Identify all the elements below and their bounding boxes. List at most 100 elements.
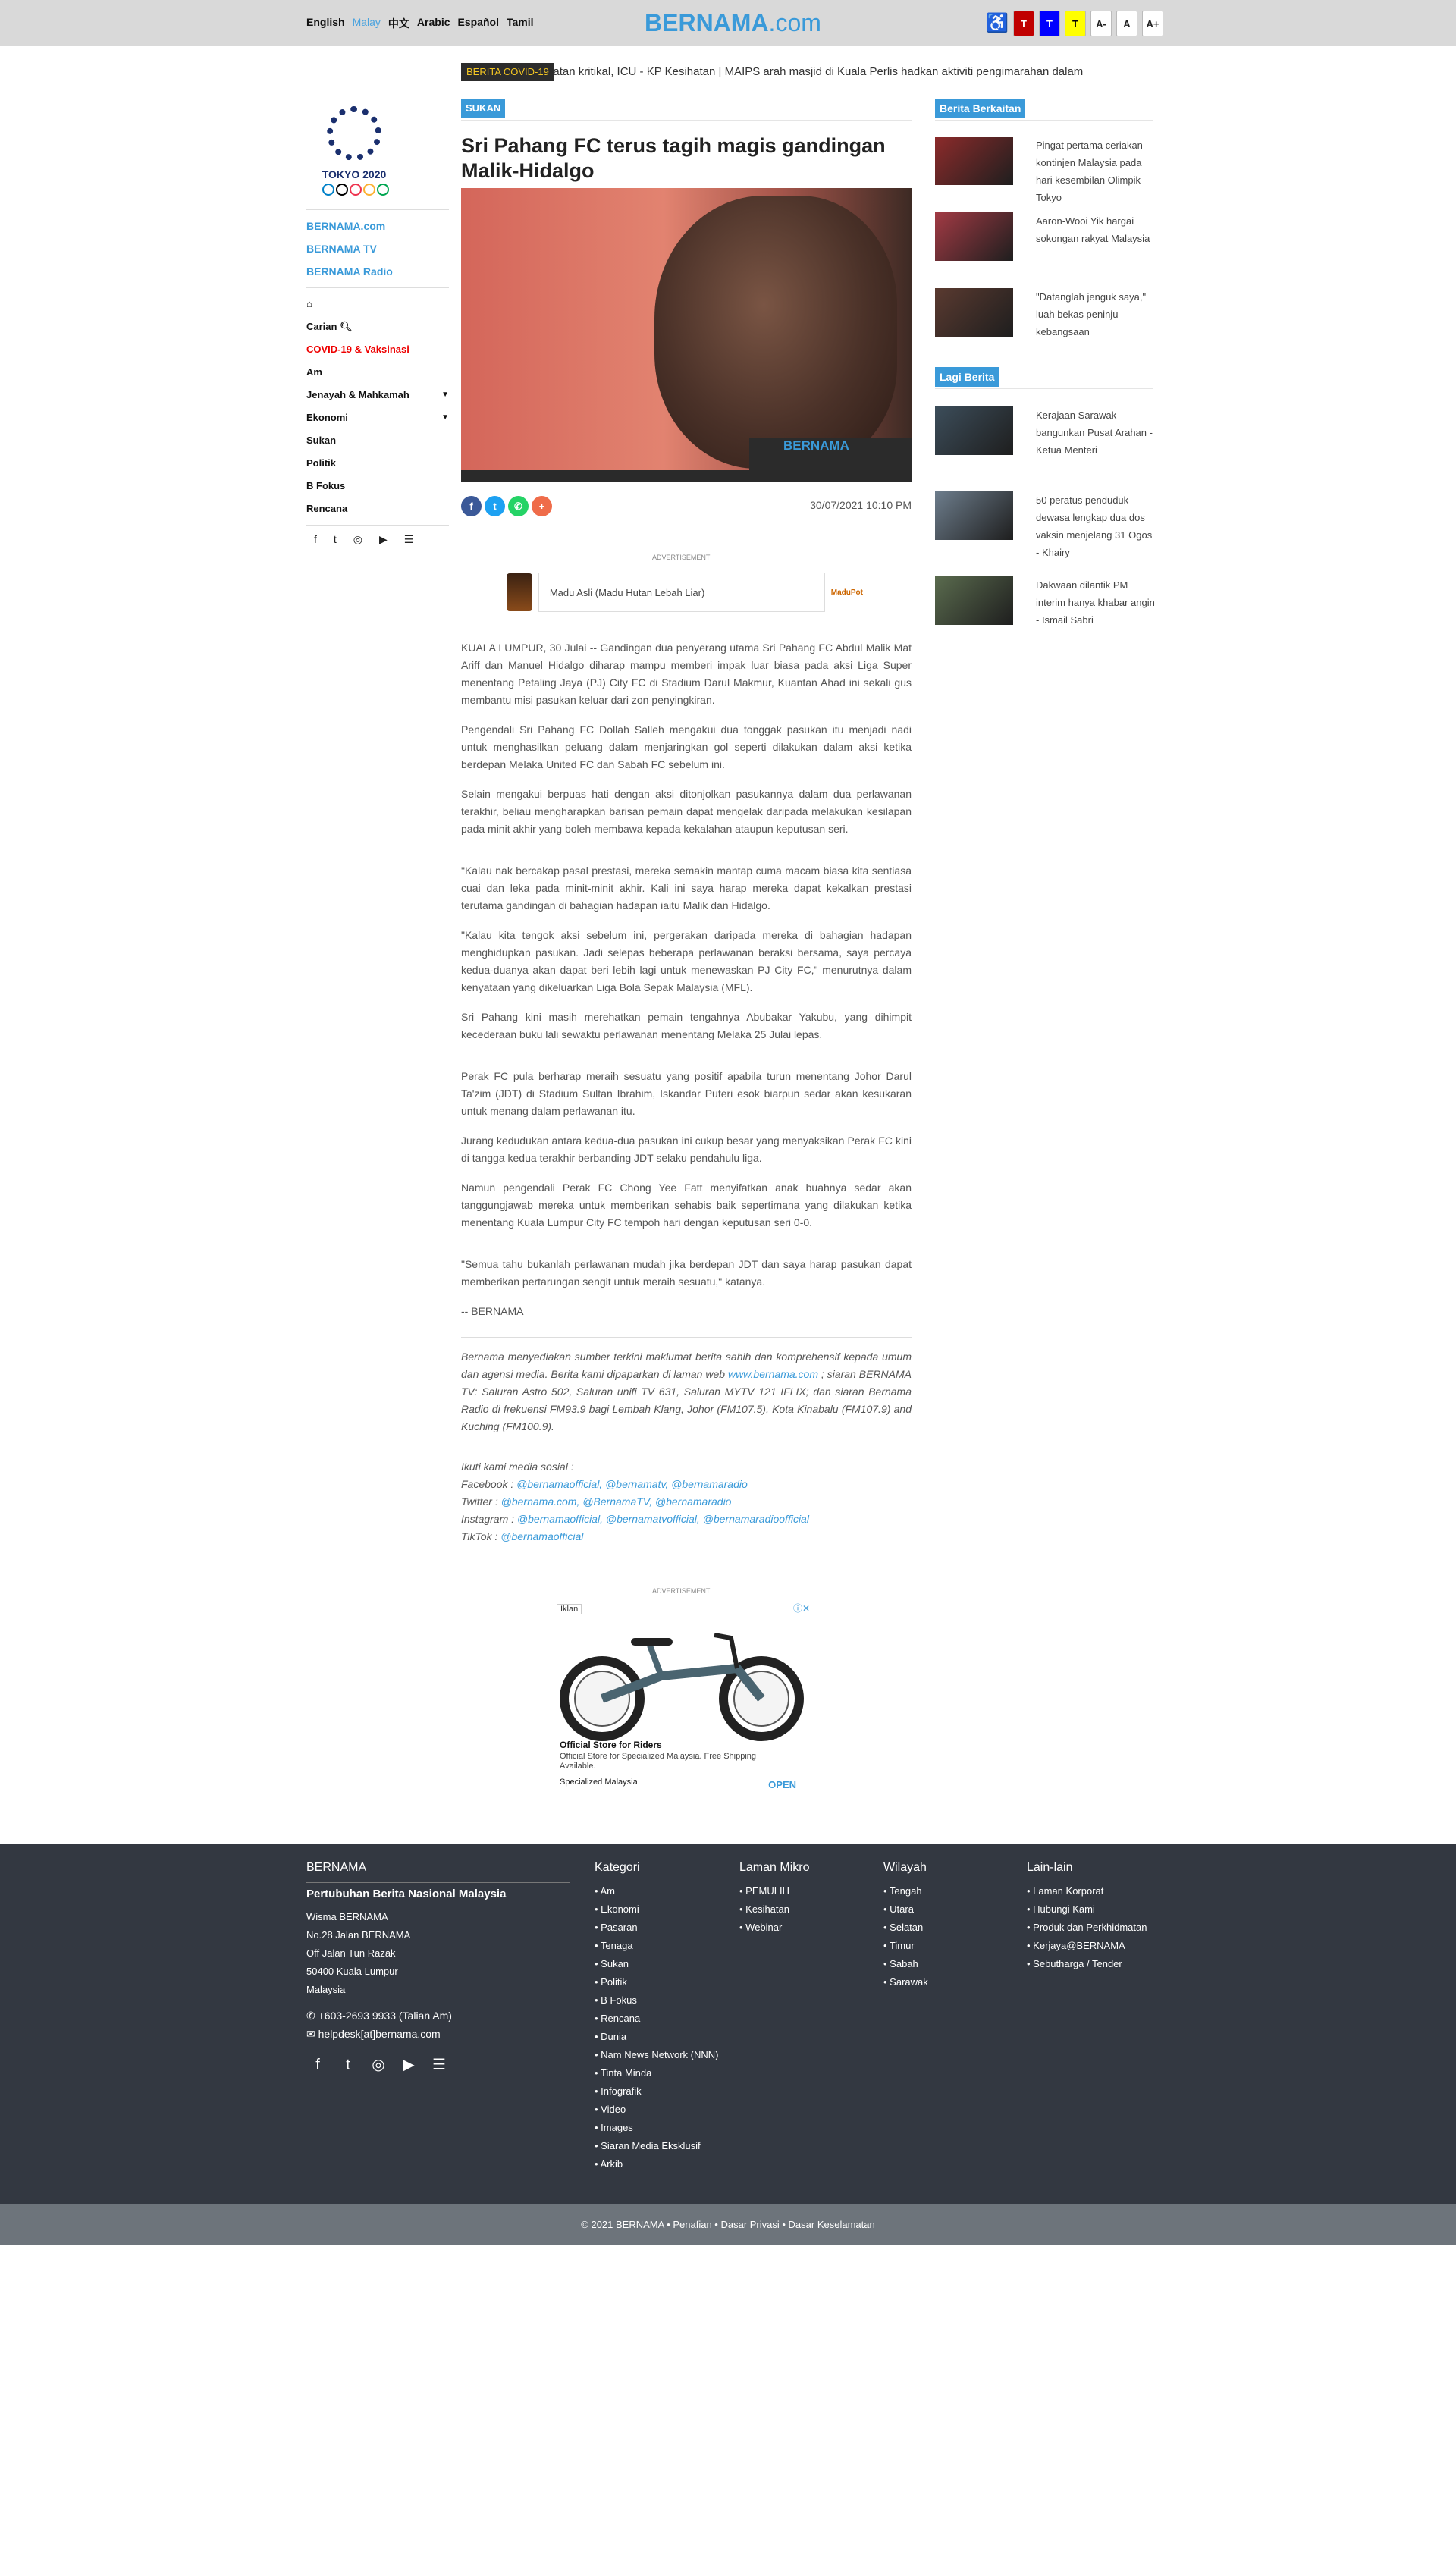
site-logo[interactable]: BERNAMA.com (645, 9, 821, 37)
news-thumbnail[interactable] (935, 137, 1013, 185)
footer-link[interactable]: • Rencana (595, 2010, 723, 2028)
sidebar-search[interactable]: Carian 🔍︎ (306, 315, 449, 338)
footer-link[interactable]: • Pasaran (595, 1919, 723, 1937)
footer-link[interactable]: • Utara (883, 1900, 1012, 1919)
footer-link[interactable]: • Sabah (883, 1955, 1012, 1973)
news-item[interactable]: Kerajaan Sarawak bangunkan Pusat Arahan … (935, 406, 1153, 461)
footer-phone[interactable]: +603-2693 9933 (Talian Am) (318, 2010, 452, 2022)
twitter-icon[interactable]: t (485, 496, 505, 516)
language-español[interactable]: Español (458, 16, 499, 31)
bike-ad[interactable]: Iklan ⓘ✕ Official Store for Riders Offic… (555, 1600, 811, 1801)
footer-link[interactable]: • Infografik (595, 2082, 723, 2101)
sidebar-item[interactable]: Politik (306, 452, 449, 475)
footer-link[interactable]: • Nam News Network (NNN) (595, 2046, 723, 2064)
footer-link[interactable]: • Sukan (595, 1955, 723, 1973)
language-english[interactable]: English (306, 16, 345, 31)
tokyo-2020-logo[interactable]: TOKYO 2020 (316, 106, 392, 205)
facebook-icon[interactable]: f (314, 533, 317, 546)
footer-link[interactable]: • PEMULIH (739, 1882, 868, 1900)
news-item[interactable]: 50 peratus penduduk dewasa lengkap dua d… (935, 491, 1153, 558)
rss-icon[interactable]: ☰ (428, 2054, 450, 2076)
news-thumbnail[interactable] (935, 288, 1013, 337)
footer-link[interactable]: • Tenaga (595, 1937, 723, 1955)
facebook-icon[interactable]: f (306, 2054, 329, 2076)
ad-close-icon[interactable]: ⓘ✕ (793, 1602, 810, 1614)
plus-icon[interactable]: + (532, 496, 552, 516)
twitter-icon[interactable]: t (337, 2054, 359, 2076)
news-title[interactable]: Aaron-Wooi Yik hargai sokongan rakyat Ma… (1036, 212, 1156, 247)
honey-ad[interactable]: Madu Asli (Madu Hutan Lebah Liar) MaduPo… (507, 570, 863, 614)
ad-text[interactable]: Madu Asli (Madu Hutan Lebah Liar) (538, 573, 825, 612)
bottom-link[interactable]: Dasar Keselamatan (789, 2219, 875, 2230)
footer-link[interactable]: • Video (595, 2101, 723, 2119)
search-icon[interactable]: 🔍︎ (340, 321, 353, 332)
bottom-link[interactable]: Penafian (673, 2219, 711, 2230)
language-tamil[interactable]: Tamil (507, 16, 534, 31)
footer-link[interactable]: • Kesihatan (739, 1900, 868, 1919)
footer-link[interactable]: • Sarawak (883, 1973, 1012, 1991)
footer-link[interactable]: • Selatan (883, 1919, 1012, 1937)
footer-link[interactable]: • Sebutharga / Tender (1027, 1955, 1156, 1973)
news-thumbnail[interactable] (935, 576, 1013, 625)
footer-link[interactable]: • Laman Korporat (1027, 1882, 1156, 1900)
footer-link[interactable]: • B Fokus (595, 1991, 723, 2010)
sidebar-home[interactable]: ⌂ (306, 293, 449, 315)
ad-open-button[interactable]: OPEN (768, 1779, 796, 1790)
twitter-icon[interactable]: t (334, 533, 337, 546)
news-item[interactable]: "Datanglah jenguk saya," luah bekas peni… (935, 288, 1153, 343)
news-thumbnail[interactable] (935, 212, 1013, 261)
follow-handles[interactable]: @bernamaofficial, @bernamatvofficial, @b… (517, 1513, 809, 1525)
font-size-button[interactable]: A+ (1142, 11, 1163, 36)
footer-link[interactable]: • Hubungi Kami (1027, 1900, 1156, 1919)
language-中文[interactable]: 中文 (388, 16, 410, 31)
sidebar-item[interactable]: Jenayah & Mahkamah ▼ (306, 384, 449, 406)
news-title[interactable]: Pingat pertama ceriakan kontinjen Malays… (1036, 137, 1156, 206)
contrast-button[interactable]: T (1013, 11, 1034, 36)
footer-link[interactable]: • Tinta Minda (595, 2064, 723, 2082)
youtube-icon[interactable]: ▶ (379, 533, 388, 546)
footer-link[interactable]: • Produk dan Perkhidmatan (1027, 1919, 1156, 1937)
footer-link[interactable]: • Dunia (595, 2028, 723, 2046)
footer-link[interactable]: • Kerjaya@BERNAMA (1027, 1937, 1156, 1955)
font-size-button[interactable]: A (1116, 11, 1138, 36)
news-item[interactable]: Aaron-Wooi Yik hargai sokongan rakyat Ma… (935, 212, 1153, 267)
rss-icon[interactable]: ☰ (404, 533, 414, 546)
sidebar-item[interactable]: Ekonomi ▼ (306, 406, 449, 429)
language-arabic[interactable]: Arabic (417, 16, 450, 31)
sidebar-item[interactable]: B Fokus (306, 475, 449, 497)
footer-link[interactable]: • Webinar (739, 1919, 868, 1937)
sidebar-link[interactable]: BERNAMA.com (306, 215, 449, 237)
footer-link[interactable]: • Tengah (883, 1882, 1012, 1900)
footer-link[interactable]: • Siaran Media Eksklusif (595, 2137, 723, 2155)
footer-link[interactable]: • Arkib (595, 2155, 723, 2173)
footer-link[interactable]: • Images (595, 2119, 723, 2137)
instagram-icon[interactable]: ◎ (367, 2054, 390, 2076)
news-title[interactable]: "Datanglah jenguk saya," luah bekas peni… (1036, 288, 1156, 340)
bottom-link[interactable]: Dasar Privasi (720, 2219, 779, 2230)
sidebar-link[interactable]: BERNAMA TV (306, 237, 449, 260)
sidebar-link[interactable]: BERNAMA Radio (306, 260, 449, 283)
youtube-icon[interactable]: ▶ (397, 2054, 420, 2076)
home-icon[interactable]: ⌂ (306, 293, 312, 315)
footer-link[interactable]: • Am (595, 1882, 723, 1900)
font-size-button[interactable]: A- (1090, 11, 1112, 36)
section-badge[interactable]: SUKAN (461, 99, 506, 118)
footer-link[interactable]: • Politik (595, 1973, 723, 1991)
news-title[interactable]: Kerajaan Sarawak bangunkan Pusat Arahan … (1036, 406, 1156, 459)
disclaimer-link[interactable]: www.bernama.com (728, 1368, 818, 1380)
news-title[interactable]: 50 peratus penduduk dewasa lengkap dua d… (1036, 491, 1156, 561)
news-thumbnail[interactable] (935, 406, 1013, 455)
news-title[interactable]: Dakwaan dilantik PM interim hanya khabar… (1036, 576, 1156, 629)
follow-handles[interactable]: @bernamaofficial (500, 1530, 583, 1542)
sidebar-item[interactable]: Am (306, 361, 449, 384)
language-malay[interactable]: Malay (353, 16, 381, 31)
footer-link[interactable]: • Ekonomi (595, 1900, 723, 1919)
follow-handles[interactable]: @bernama.com, @BernamaTV, @bernamaradio (501, 1495, 732, 1508)
follow-handles[interactable]: @bernamaofficial, @bernamatv, @bernamara… (516, 1478, 748, 1490)
news-ticker[interactable]: BERITA COVID-19 erlu rawatan kritikal, I… (461, 63, 1147, 81)
sidebar-item[interactable]: Rencana (306, 497, 449, 520)
facebook-icon[interactable]: f (461, 496, 482, 516)
footer-email[interactable]: helpdesk[at]bernama.com (318, 2028, 441, 2040)
sidebar-item[interactable]: Sukan (306, 429, 449, 452)
news-item[interactable]: Pingat pertama ceriakan kontinjen Malays… (935, 137, 1153, 203)
